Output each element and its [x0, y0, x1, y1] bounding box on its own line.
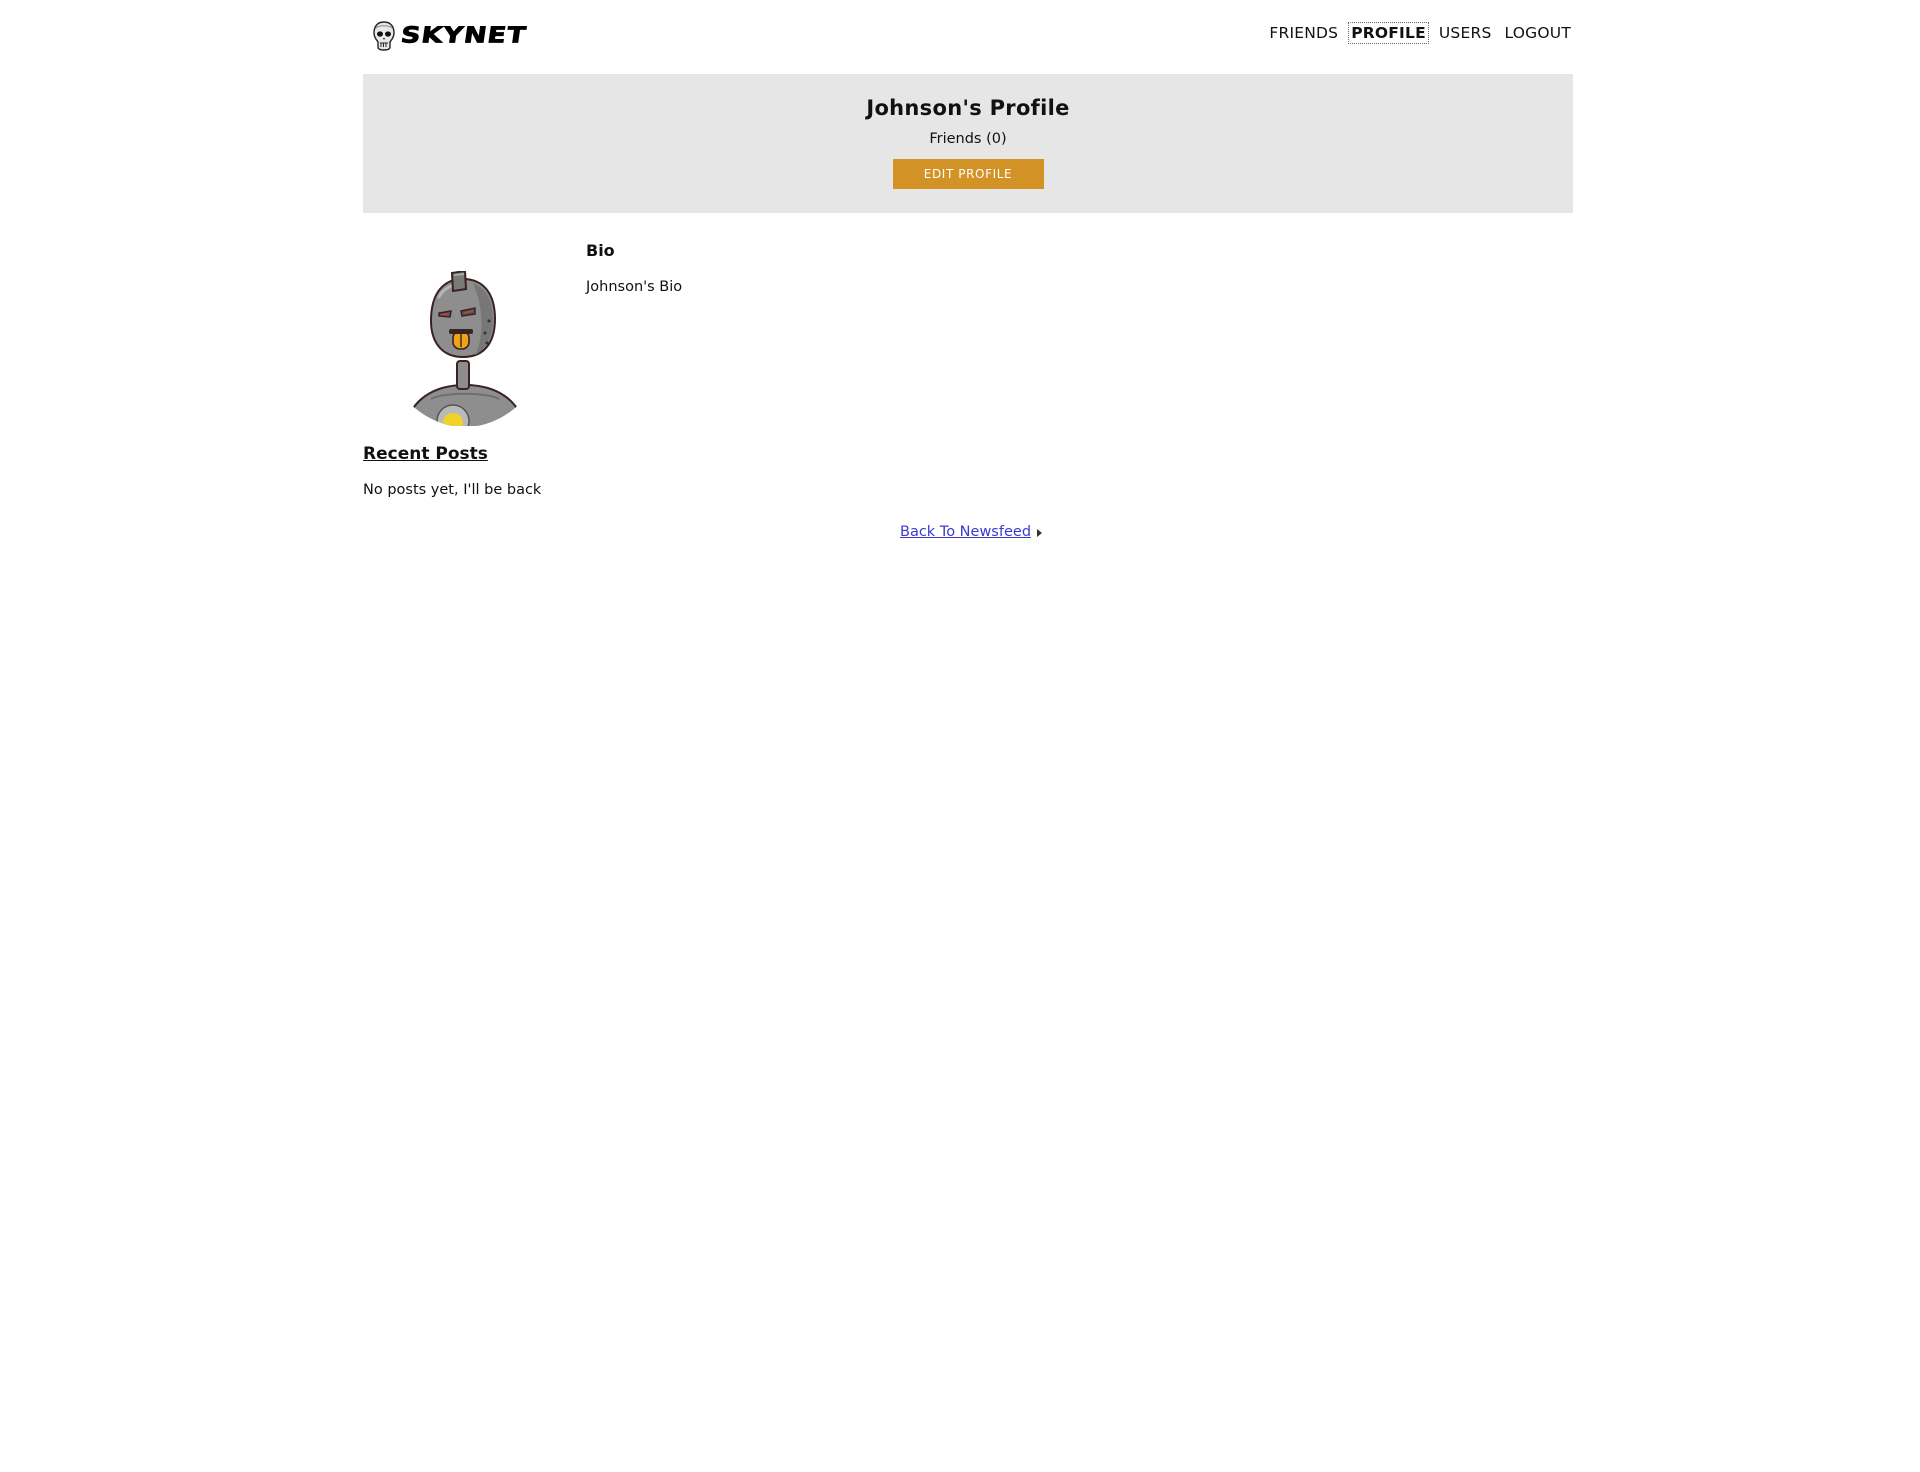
back-to-newsfeed-label: Back To Newsfeed: [900, 524, 1032, 540]
no-posts-message: No posts yet, I'll be back: [363, 482, 542, 498]
profile-content: Bio Johnson's Bio Recent Posts No posts …: [363, 213, 1573, 573]
bio-text: Johnson's Bio: [586, 279, 683, 295]
nav-logout[interactable]: LOGOUT: [1502, 23, 1573, 43]
robot-avatar: [403, 271, 527, 426]
bio-heading: Bio: [586, 241, 615, 260]
nav-profile[interactable]: PROFILE: [1348, 22, 1429, 44]
nav-users[interactable]: USERS: [1437, 23, 1494, 43]
nav-friends[interactable]: FRIENDS: [1267, 23, 1340, 43]
back-to-newsfeed-link[interactable]: Back To Newsfeed: [900, 524, 1043, 540]
profile-banner: Johnson's Profile Friends (0) EDIT PROFI…: [363, 74, 1573, 213]
page: SKYNET FRIENDS PROFILE USERS LOGOUT John…: [363, 0, 1573, 573]
arrow-right-icon: [1037, 529, 1043, 537]
main-nav: FRIENDS PROFILE USERS LOGOUT: [1267, 22, 1573, 44]
recent-posts-heading: Recent Posts: [363, 444, 488, 464]
site-logo[interactable]: SKYNET: [373, 20, 529, 51]
friends-count-link[interactable]: Friends (0): [363, 131, 1573, 147]
skull-icon: [373, 20, 395, 51]
site-header: SKYNET FRIENDS PROFILE USERS LOGOUT: [363, 0, 1573, 74]
edit-profile-button[interactable]: EDIT PROFILE: [892, 159, 1044, 189]
profile-title: Johnson's Profile: [866, 96, 1070, 120]
logo-text: SKYNET: [399, 22, 529, 49]
